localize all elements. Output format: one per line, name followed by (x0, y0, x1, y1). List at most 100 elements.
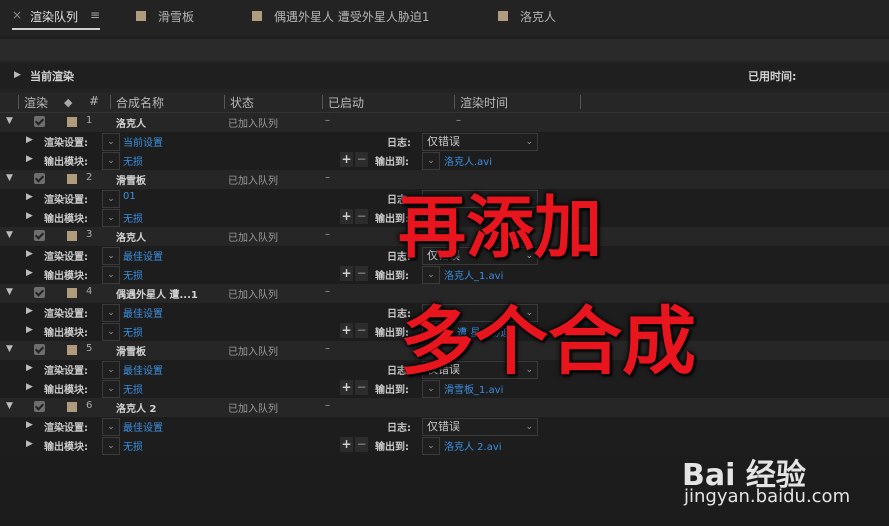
tag-icon[interactable]: ◆ (64, 96, 72, 109)
add-output-module-button[interactable]: + (340, 437, 353, 452)
log-select[interactable]: 仅错误 ⌄ (422, 133, 538, 151)
chevron-down-icon[interactable]: ⌄ (102, 304, 120, 322)
item-started: – (325, 229, 330, 240)
expand-arrow-icon[interactable]: ▶ (26, 192, 33, 202)
remove-output-module-button[interactable]: − (355, 323, 368, 338)
col-number[interactable]: # (89, 94, 99, 108)
render-settings-link[interactable]: 01 (123, 191, 136, 202)
item-number: 2 (86, 172, 93, 183)
label-color-swatch[interactable] (67, 117, 77, 127)
remove-output-module-button[interactable]: − (355, 266, 368, 281)
chevron-down-icon[interactable]: ⌄ (102, 133, 120, 151)
collapse-arrow-icon[interactable]: ▼ (6, 287, 13, 297)
chevron-down-icon[interactable]: ⌄ (102, 152, 120, 170)
add-output-module-button[interactable]: + (340, 152, 353, 167)
queue-item-row[interactable]: ▼ 1 洛克人 已加入队列 – – (0, 113, 889, 132)
chevron-down-icon[interactable]: ⌄ (102, 323, 120, 341)
expand-arrow-icon[interactable]: ▶ (26, 268, 33, 278)
render-checkbox[interactable] (34, 116, 45, 127)
expand-arrow-icon[interactable]: ▶ (26, 154, 33, 164)
output-module-label: 输出模块: (44, 214, 88, 225)
tab-comp-2[interactable]: 偶遇外星人 遭受外星人胁迫1 (274, 8, 429, 25)
chevron-down-icon[interactable]: ⌄ (102, 266, 120, 284)
log-value: 仅错误 (427, 135, 460, 148)
col-render[interactable]: 渲染 (24, 94, 48, 111)
chevron-down-icon[interactable]: ⌄ (102, 361, 120, 379)
render-settings-link[interactable]: 最佳设置 (123, 305, 163, 320)
remove-output-module-button[interactable]: − (355, 209, 368, 224)
render-checkbox[interactable] (34, 173, 45, 184)
expand-arrow-icon[interactable]: ▶ (14, 70, 21, 80)
render-settings-link[interactable]: 最佳设置 (123, 362, 163, 377)
label-color-swatch[interactable] (67, 345, 77, 355)
add-output-module-button[interactable]: + (340, 209, 353, 224)
add-output-module-button[interactable]: + (340, 323, 353, 338)
tab-comp-3[interactable]: 洛克人 (520, 8, 556, 25)
output-module-link[interactable]: 无损 (123, 153, 143, 168)
render-checkbox[interactable] (34, 287, 45, 298)
label-color-swatch[interactable] (67, 174, 77, 184)
label-color-swatch[interactable] (67, 288, 77, 298)
close-icon[interactable]: × (12, 8, 22, 22)
chevron-down-icon[interactable]: ⌄ (102, 437, 120, 455)
item-number: 6 (86, 400, 93, 411)
output-module-link[interactable]: 无损 (123, 381, 143, 396)
comp-name: 滑雪板 (116, 176, 146, 187)
remove-output-module-button[interactable]: − (355, 152, 368, 167)
collapse-arrow-icon[interactable]: ▼ (6, 230, 13, 240)
chevron-down-icon[interactable]: ⌄ (102, 380, 120, 398)
item-started: – (325, 115, 330, 126)
item-number: 4 (86, 286, 93, 297)
expand-arrow-icon[interactable]: ▶ (26, 382, 33, 392)
add-output-module-button[interactable]: + (340, 380, 353, 395)
expand-arrow-icon[interactable]: ▶ (26, 325, 33, 335)
label-color-swatch[interactable] (67, 402, 77, 412)
collapse-arrow-icon[interactable]: ▼ (6, 344, 13, 354)
col-separator (110, 95, 111, 109)
remove-output-module-button[interactable]: − (355, 380, 368, 395)
tab-comp-1[interactable]: 滑雪板 (158, 8, 194, 25)
output-module-link[interactable]: 无损 (123, 210, 143, 225)
render-checkbox[interactable] (34, 401, 45, 412)
chevron-down-icon[interactable]: ⌄ (102, 190, 120, 208)
chevron-down-icon: ⌄ (525, 422, 533, 432)
output-file-link[interactable]: 洛克人 2.avi (444, 438, 502, 453)
expand-arrow-icon[interactable]: ▶ (26, 439, 33, 449)
render-settings-link[interactable]: 当前设置 (123, 134, 163, 149)
output-module-link[interactable]: 无损 (123, 438, 143, 453)
col-comp-name[interactable]: 合成名称 (116, 94, 164, 111)
render-settings-link[interactable]: 最佳设置 (123, 419, 163, 434)
add-output-module-button[interactable]: + (340, 266, 353, 281)
expand-arrow-icon[interactable]: ▶ (26, 306, 33, 316)
render-settings-link[interactable]: 最佳设置 (123, 248, 163, 263)
collapse-arrow-icon[interactable]: ▼ (6, 401, 13, 411)
chevron-down-icon[interactable]: ⌄ (422, 437, 440, 455)
render-settings-label: 渲染设置: (44, 423, 88, 434)
queue-item-row[interactable]: ▼ 6 洛克人 2 已加入队列 – (0, 398, 889, 417)
chevron-down-icon[interactable]: ⌄ (102, 418, 120, 436)
label-color-swatch[interactable] (67, 231, 77, 241)
tab-render-queue[interactable]: 渲染队列 (30, 8, 78, 25)
log-value: 仅错误 (427, 420, 460, 433)
remove-output-module-button[interactable]: − (355, 437, 368, 452)
chevron-down-icon[interactable]: ⌄ (422, 152, 440, 170)
expand-arrow-icon[interactable]: ▶ (26, 363, 33, 373)
render-checkbox[interactable] (34, 230, 45, 241)
menu-icon[interactable]: ≡ (90, 8, 100, 22)
chevron-down-icon[interactable]: ⌄ (102, 247, 120, 265)
log-select[interactable]: 仅错误 ⌄ (422, 418, 538, 436)
output-file-link[interactable]: 洛克人.avi (444, 153, 492, 168)
col-started[interactable]: 已启动 (328, 94, 364, 111)
output-module-link[interactable]: 无损 (123, 267, 143, 282)
render-checkbox[interactable] (34, 344, 45, 355)
collapse-arrow-icon[interactable]: ▼ (6, 116, 13, 126)
collapse-arrow-icon[interactable]: ▼ (6, 173, 13, 183)
output-module-link[interactable]: 无损 (123, 324, 143, 339)
expand-arrow-icon[interactable]: ▶ (26, 135, 33, 145)
col-status[interactable]: 状态 (230, 94, 254, 111)
chevron-down-icon[interactable]: ⌄ (102, 209, 120, 227)
expand-arrow-icon[interactable]: ▶ (26, 211, 33, 221)
col-render-time[interactable]: 渲染时间 (460, 94, 508, 111)
expand-arrow-icon[interactable]: ▶ (26, 249, 33, 259)
expand-arrow-icon[interactable]: ▶ (26, 420, 33, 430)
